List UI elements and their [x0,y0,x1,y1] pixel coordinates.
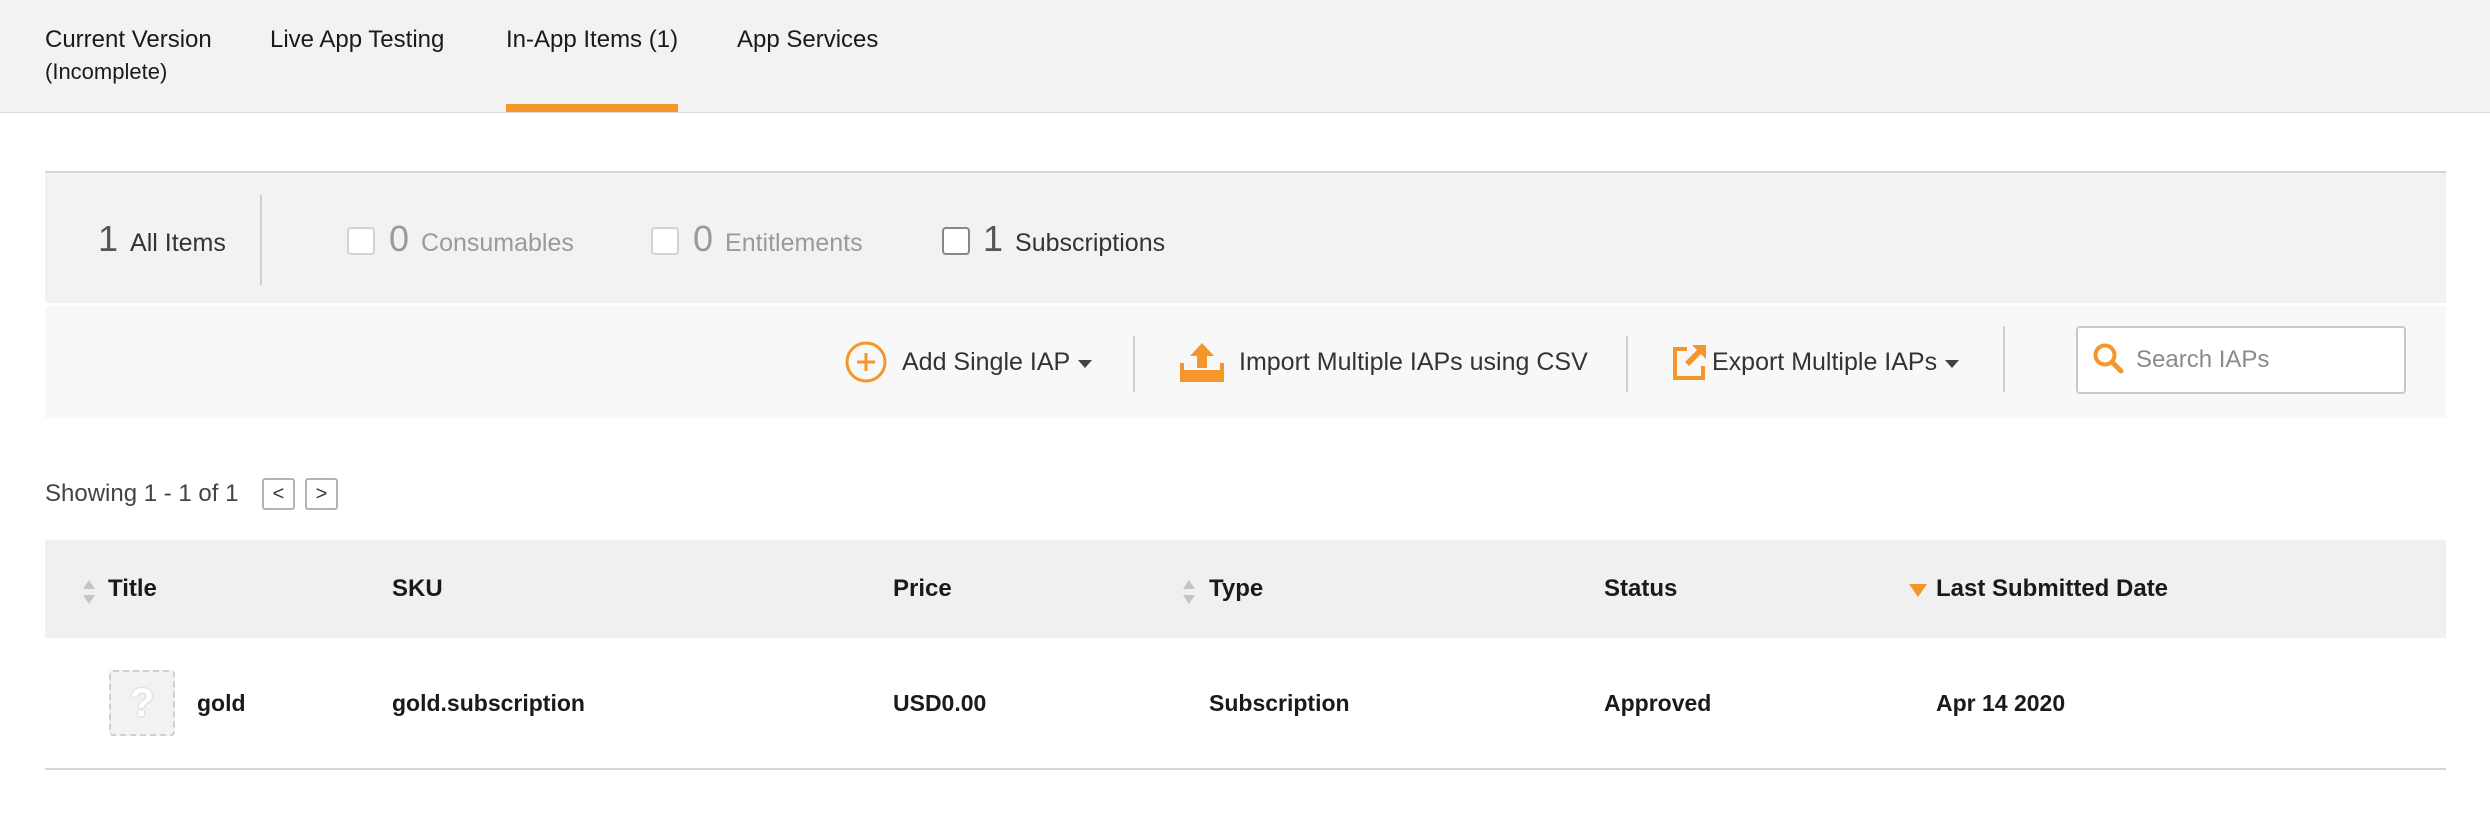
prev-page-button[interactable]: < [262,478,295,510]
add-single-iap-label: Add Single IAP [902,347,1071,376]
tab-sublabel: (Incomplete) [45,59,168,84]
export-iaps-button[interactable]: Export Multiple IAPs [1672,336,1960,388]
cell-status: Approved [1604,690,1712,716]
filter-count: 0 [693,218,714,259]
next-page-button[interactable]: > [305,478,338,510]
filter-label: All Items [130,229,226,257]
pagination-summary: Showing 1 - 1 of 1 [45,480,239,507]
table-row[interactable]: ? gold gold.subscription USD0.00 Subscri… [45,638,2446,770]
export-iaps-label: Export Multiple IAPs [1712,347,1938,376]
filter-count: 1 [983,218,1004,259]
search-icon [2092,342,2124,379]
tab-label: In-App Items (1) [506,26,679,53]
import-iaps-csv-button[interactable]: Import Multiple IAPs using CSV [1179,336,1588,388]
filter-entitlements[interactable]: 0 Entitlements [693,219,863,259]
sort-desc-icon[interactable] [1909,584,1927,597]
cell-last-submitted: Apr 14 2020 [1936,690,2066,716]
column-header-last-submitted[interactable]: Last Submitted Date [1936,574,2168,604]
tab-label: App Services [737,26,879,53]
actions-bar: Add Single IAP Import Multiple IAPs usin… [45,306,2446,418]
tab-live-app-testing[interactable]: Live App Testing [270,24,444,56]
subscriptions-checkbox[interactable] [942,227,970,255]
top-nav: Current Version (Incomplete) Live App Te… [0,0,2490,113]
tab-in-app-items[interactable]: In-App Items (1) [506,24,678,56]
divider [260,195,262,285]
consumables-checkbox[interactable] [347,227,375,255]
tab-app-services[interactable]: App Services [737,24,878,56]
filter-all-items[interactable]: 1 All Items [98,219,226,259]
filter-consumables[interactable]: 0 Consumables [389,219,574,259]
add-single-iap-button[interactable]: Add Single IAP [844,336,1093,388]
cell-sku: gold.subscription [392,690,585,716]
cell-title[interactable]: gold [197,688,246,718]
tab-label: Current Version [45,26,212,53]
column-header-title[interactable]: Title [108,574,157,604]
sort-icon[interactable] [1182,578,1196,606]
tab-current-version[interactable]: Current Version (Incomplete) [45,24,212,88]
filter-label: Consumables [421,229,574,257]
cell-price: USD0.00 [893,690,987,716]
table-header: Title SKU Price Type Status Last Submitt… [45,540,2446,638]
divider [1626,336,1628,392]
import-iaps-csv-label: Import Multiple IAPs using CSV [1239,347,1588,376]
filter-count: 0 [389,218,410,259]
filter-subscriptions[interactable]: 1 Subscriptions [983,219,1165,259]
filter-label: Entitlements [725,229,863,257]
chevron-down-icon [1945,360,1960,368]
filter-count: 1 [98,218,119,259]
divider [1133,336,1135,392]
upload-icon [1179,341,1225,383]
search-box[interactable] [2076,326,2406,394]
filter-bar: 1 All Items 0 Consumables 0 Entitlements… [45,171,2446,303]
column-header-sku: SKU [392,575,443,602]
column-header-status: Status [1604,575,1678,602]
search-input[interactable] [2136,346,2396,374]
column-header-type[interactable]: Type [1209,574,1263,604]
chevron-down-icon [1078,360,1093,368]
divider [2003,326,2005,392]
sort-icon[interactable] [82,578,96,606]
active-tab-indicator [506,104,678,112]
cell-type: Subscription [1209,690,1350,716]
entitlements-checkbox[interactable] [651,227,679,255]
filter-label: Subscriptions [1015,229,1166,257]
tab-label: Live App Testing [270,26,445,53]
placeholder-image-icon: ? [109,670,175,736]
external-link-icon [1672,343,1708,381]
add-circle-icon [844,340,888,384]
column-header-price: Price [893,575,952,602]
